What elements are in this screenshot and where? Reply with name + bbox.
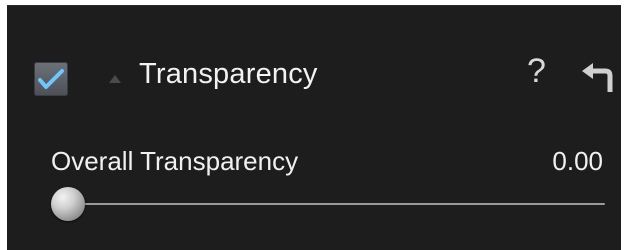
- parameter-value[interactable]: 0.00: [552, 146, 603, 177]
- panel-header: Transparency ?: [7, 6, 621, 136]
- parameter-label: Overall Transparency: [51, 146, 299, 176]
- triangle-up-icon[interactable]: [109, 75, 121, 83]
- checkmark-icon: [38, 69, 64, 89]
- transparency-slider[interactable]: [51, 184, 605, 224]
- slider-thumb[interactable]: [51, 187, 85, 221]
- reset-arrow-icon[interactable]: [580, 62, 614, 92]
- transparency-panel: Transparency ? Overall Transparency 0.00: [7, 5, 621, 250]
- help-button[interactable]: ?: [527, 54, 546, 88]
- slider-track[interactable]: [51, 203, 605, 205]
- panel-title: Transparency: [139, 58, 318, 90]
- enable-checkbox[interactable]: [34, 62, 68, 96]
